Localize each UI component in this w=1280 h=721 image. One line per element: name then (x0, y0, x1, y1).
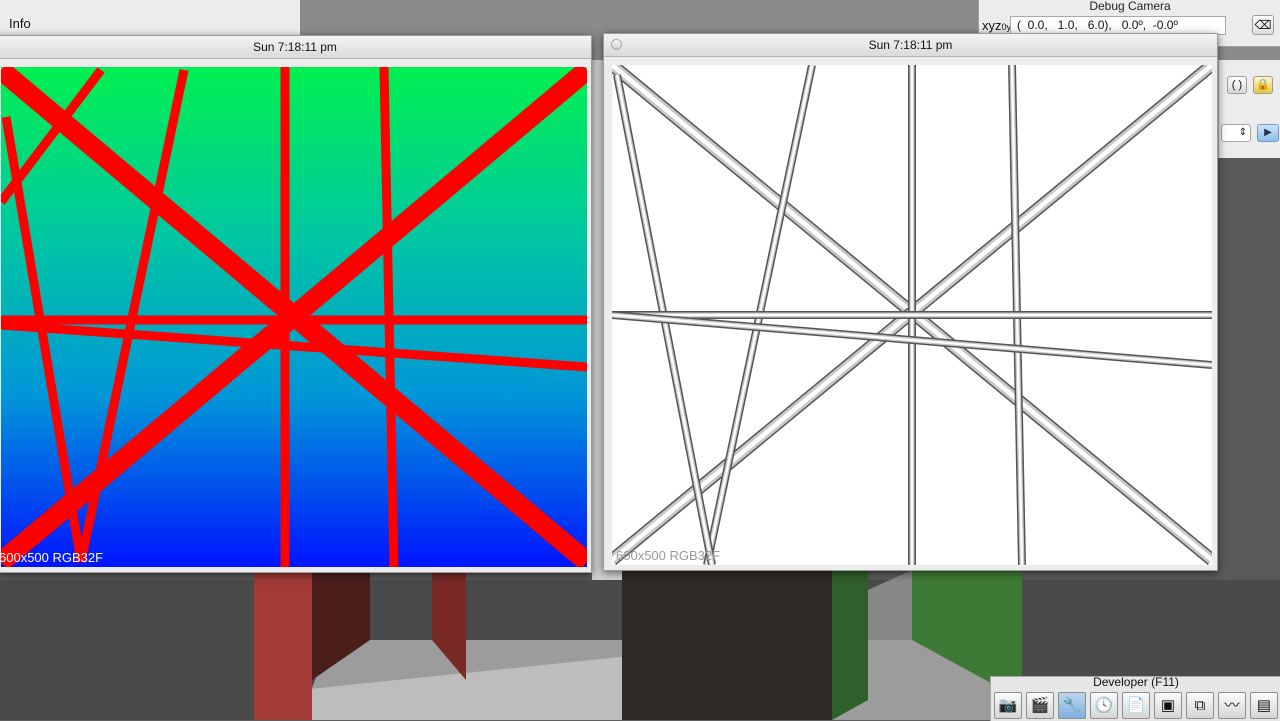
camera-icon[interactable]: 📷 (994, 692, 1022, 719)
side-panel: ( ) 🔒 ⇕ ▶ (1218, 60, 1280, 158)
right-resolution-label: 600x500 RGB32F (616, 548, 721, 563)
clapperboard-icon[interactable]: 🎬 (1026, 692, 1054, 719)
info-window-title: Info (9, 16, 31, 31)
bracket-button[interactable]: ( ) (1227, 76, 1247, 94)
right-view-title: Sun 7:18:11 pm (868, 38, 953, 52)
tools-icon[interactable]: 🔧 (1058, 692, 1086, 719)
right-view-canvas: 600x500 RGB32F (612, 65, 1212, 565)
right-view-render (612, 65, 1212, 565)
play-icon[interactable]: ▶ (1257, 124, 1279, 142)
windows-icon[interactable]: ⧉ (1186, 692, 1214, 719)
left-view-canvas: 600x500 RGB32F (1, 67, 587, 567)
right-view-titlebar: Sun 7:18:11 pm (604, 34, 1217, 57)
left-view-titlebar: Sun 7:18:11 pm (0, 36, 591, 59)
xyz-prefix: xyz (982, 18, 1002, 33)
side-panel-select[interactable]: ⇕ (1221, 124, 1251, 142)
left-resolution-label: 600x500 RGB32F (1, 550, 104, 565)
info-window: Info (0, 0, 300, 37)
developer-toolbar-title: Developer (F11) (1093, 675, 1179, 689)
close-icon[interactable] (611, 39, 622, 50)
debug-camera-title: Debug Camera (1089, 0, 1171, 13)
new-note-icon[interactable]: 📄 (1122, 692, 1150, 719)
developer-toolbar: Developer (F11) 📷 🎬 🔧 🕓 📄 ▣ ⧉ 〰 ▤ (990, 676, 1280, 721)
left-view-title: Sun 7:18:11 pm (253, 40, 337, 54)
terminal-icon[interactable]: ▣ (1154, 692, 1182, 719)
lock-icon[interactable]: 🔒 (1253, 76, 1273, 94)
clock-icon[interactable]: 🕓 (1090, 692, 1118, 719)
document-icon[interactable]: ▤ (1250, 692, 1278, 719)
activity-monitor-icon[interactable]: 〰 (1218, 692, 1246, 719)
left-view-render (1, 67, 587, 567)
left-view-window: Sun 7:18:11 pm 600x500 RGB32F (0, 35, 592, 573)
right-view-window: Sun 7:18:11 pm 600x500 RGB32F (603, 33, 1218, 571)
eraser-icon[interactable]: ⌫ (1252, 15, 1274, 35)
